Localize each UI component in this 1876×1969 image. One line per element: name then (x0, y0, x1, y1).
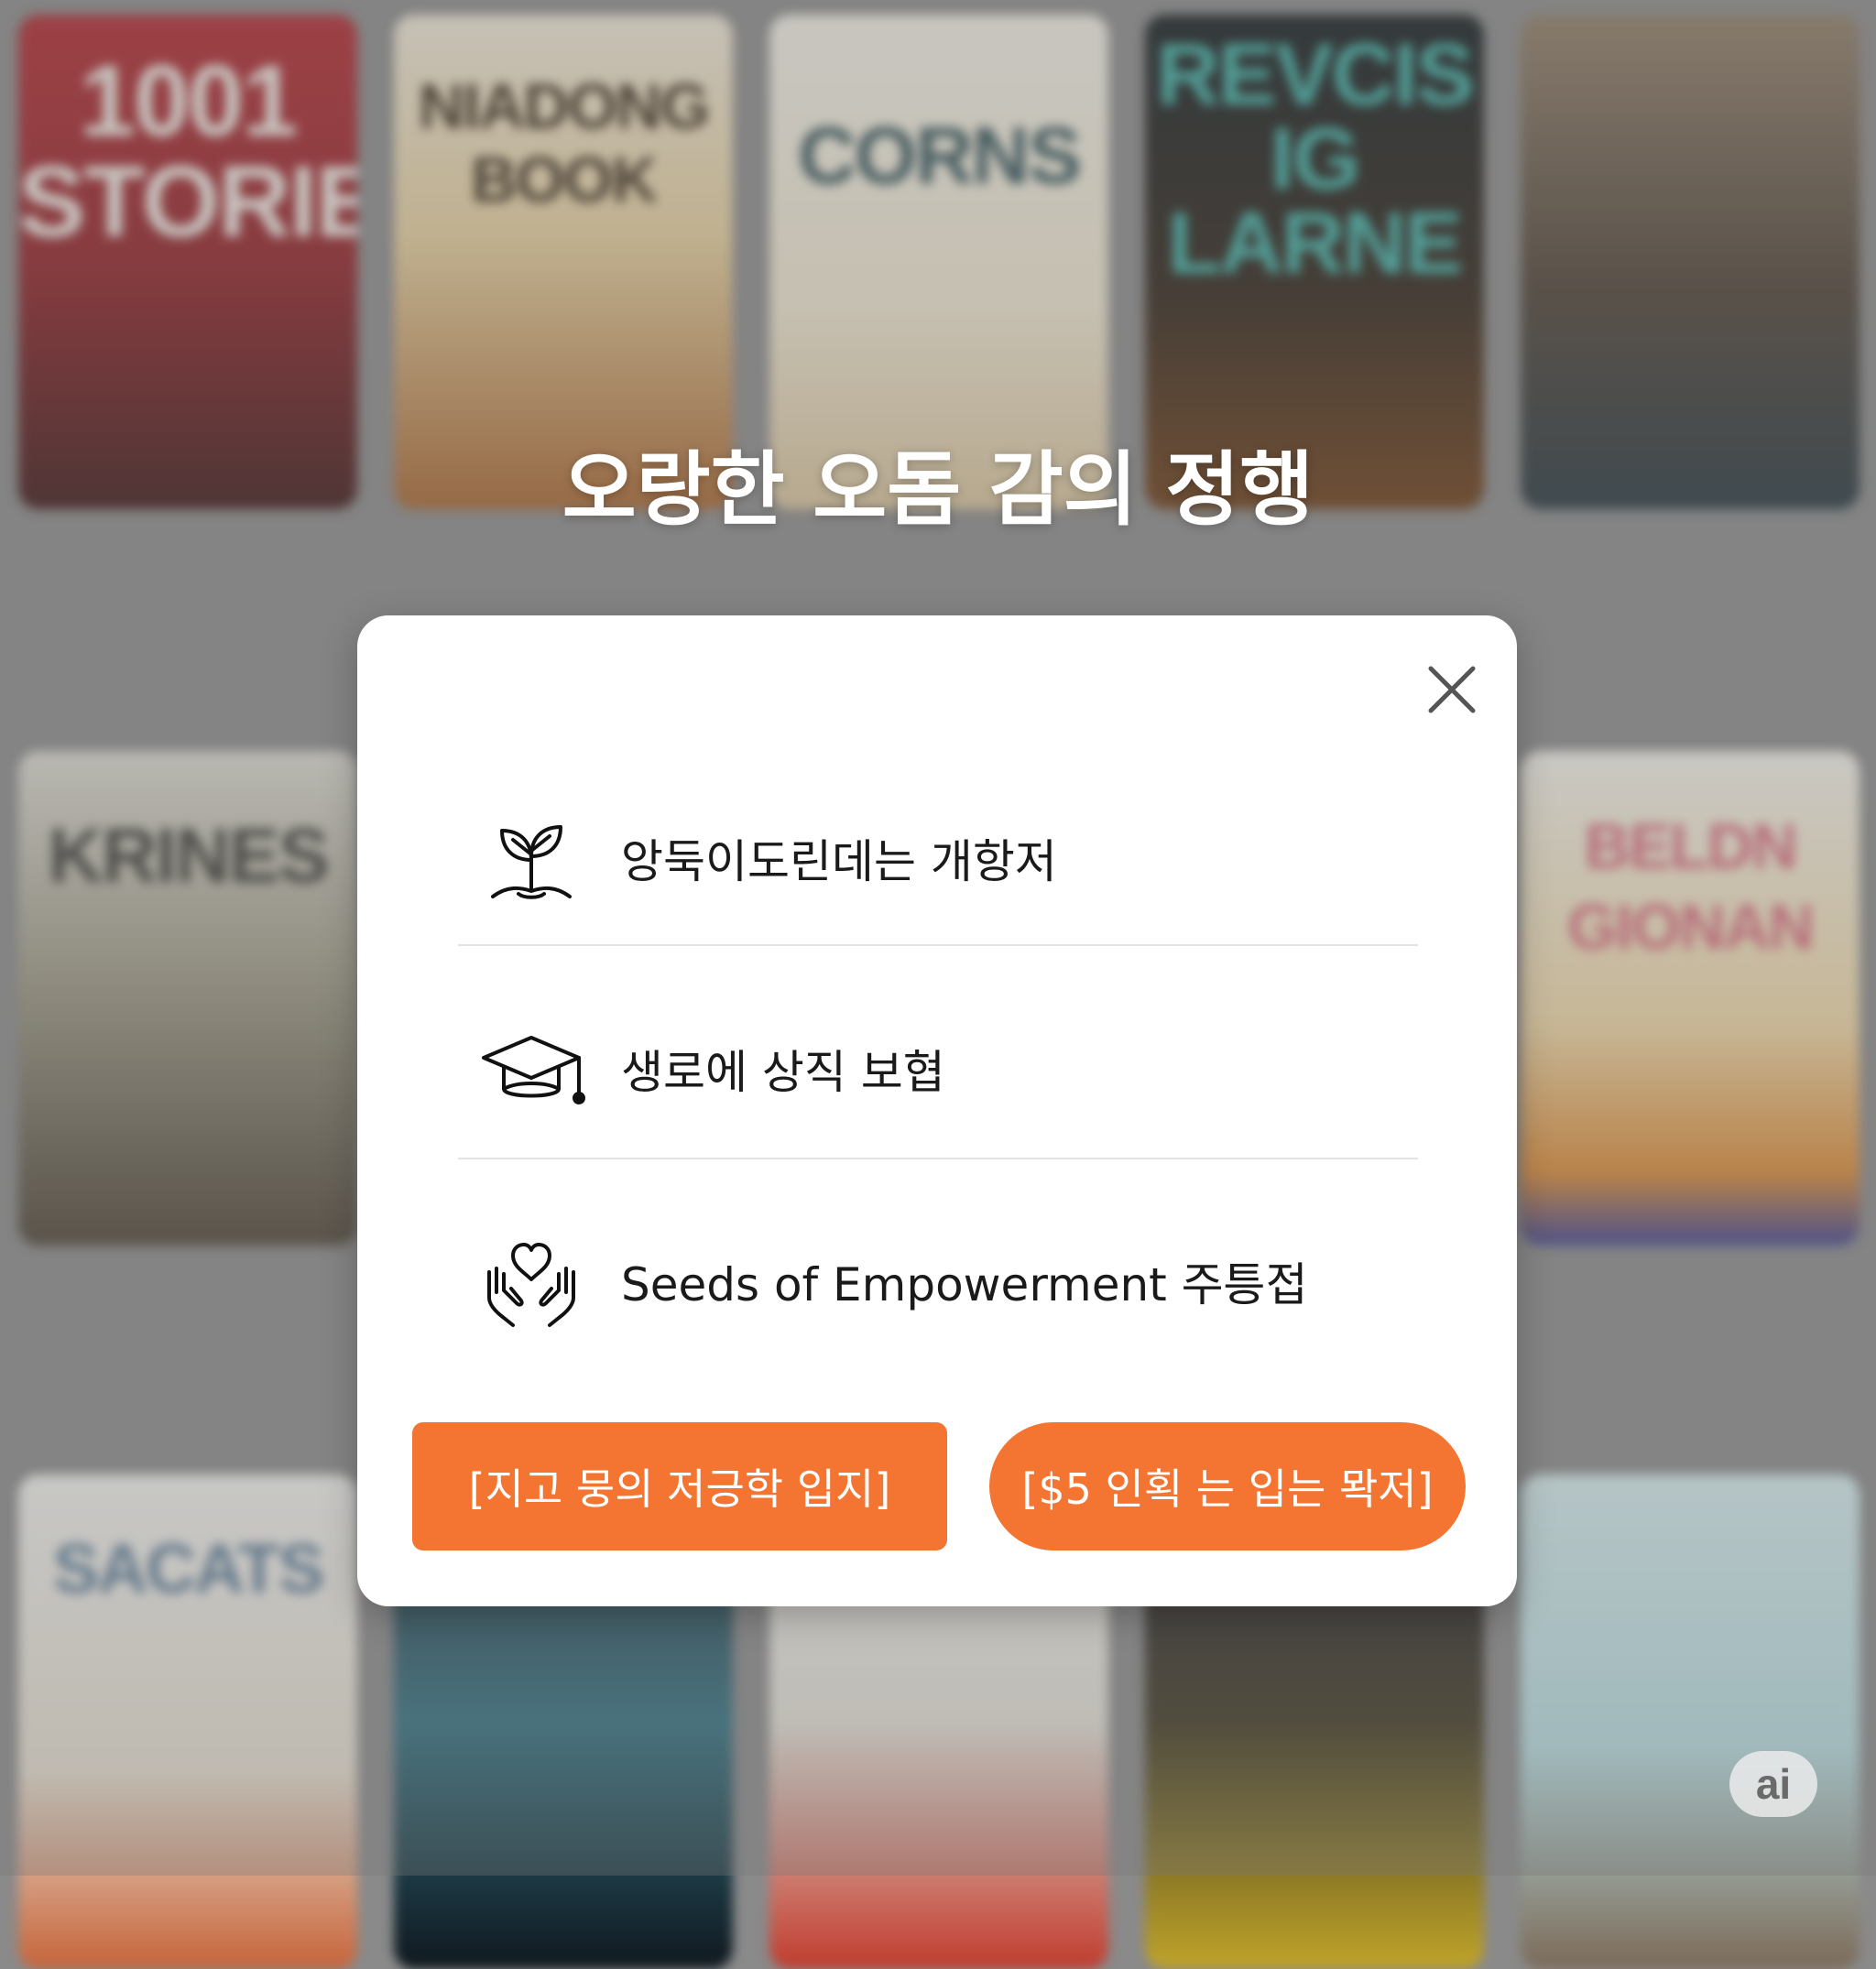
donation-modal: 앙둑이도린데는 개항저 생로에 상직 보협 Seeds of Empowerme… (357, 615, 1517, 1606)
primary-action-button[interactable]: [지고 뭉의 저긍학 입지] (412, 1422, 947, 1550)
item-label: 생로에 상직 보협 (621, 1046, 945, 1099)
divider (458, 1158, 1418, 1159)
page-headline: 오랑한 오돔 감의 정행 (562, 442, 1314, 537)
close-button[interactable] (1411, 648, 1493, 731)
list-item: 생로에 상직 보협 (458, 963, 1418, 1174)
sprout-icon (476, 803, 586, 913)
close-icon (1428, 666, 1476, 713)
list-item: 앙둑이도린데는 개항저 (458, 753, 1418, 963)
list-item: Seeds of Empowerment 주틍접 (458, 1176, 1418, 1387)
donate-5-button[interactable]: [$5 인획 는 입는 뫅저] (989, 1422, 1466, 1550)
graduation-cap-icon (476, 1014, 586, 1124)
heart-hands-icon (476, 1226, 586, 1336)
divider (458, 944, 1418, 946)
item-label: 앙둑이도린데는 개항저 (621, 835, 1057, 888)
item-label: Seeds of Empowerment 주틍접 (621, 1258, 1308, 1311)
ai-badge: ai (1729, 1751, 1817, 1817)
